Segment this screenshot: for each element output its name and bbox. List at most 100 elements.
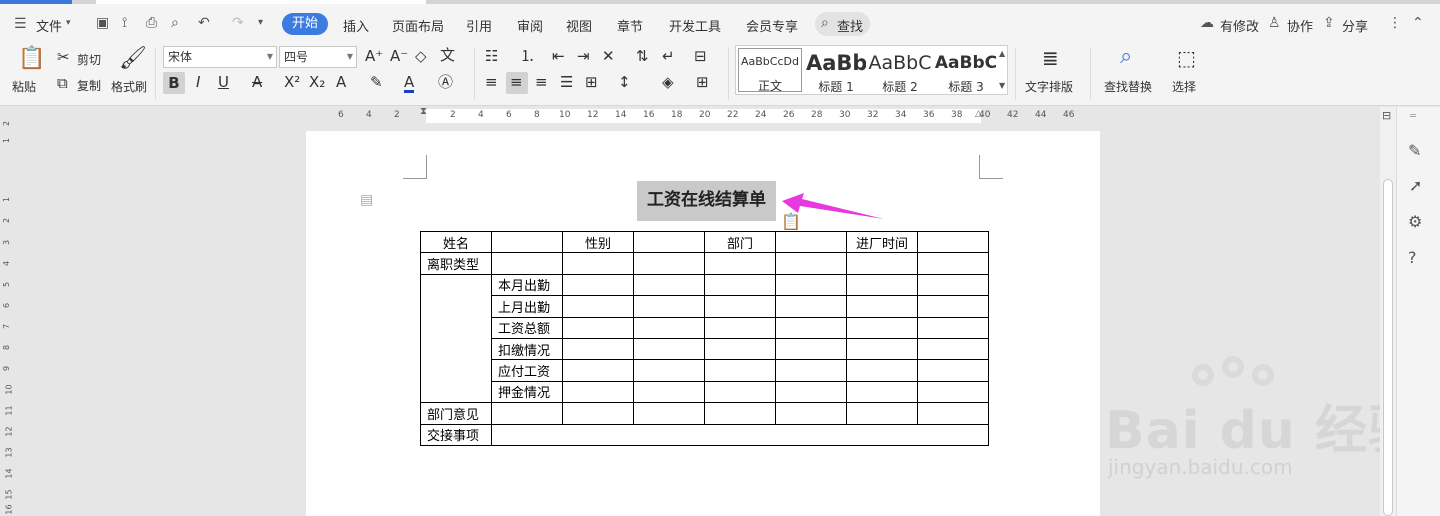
table-cell[interactable] [704,337,776,361]
search-box[interactable]: ⌕ 查找 [815,12,870,36]
align-right-icon[interactable]: ≡ [535,75,548,90]
table-cell[interactable] [633,273,705,297]
table-cell[interactable] [633,316,705,339]
settings-sliders-icon[interactable]: ⚙ [1408,214,1422,230]
collaborate-button[interactable]: 协作 [1287,16,1313,35]
table-icon[interactable]: ⊟ [694,49,707,64]
format-painter-button[interactable]: 格式刷 [111,78,147,95]
table-cell[interactable] [846,273,918,297]
pointer-icon[interactable]: ➚ [1409,178,1422,194]
font-color-icon[interactable]: A [404,75,415,93]
table-cell[interactable] [917,402,989,425]
tab-view[interactable]: 视图 [566,16,592,35]
table-cell[interactable] [775,295,847,318]
table-cell[interactable] [846,380,918,404]
table-cell[interactable] [846,402,918,425]
table-cell[interactable] [917,337,989,361]
user-icon[interactable]: ♙ [1268,16,1281,30]
table-cell[interactable] [704,273,776,297]
decrease-indent-icon[interactable]: ⇤ [552,49,565,64]
split-view-icon[interactable]: ⊟ [1382,110,1391,121]
table-cell[interactable] [846,295,918,318]
table-cell[interactable] [633,252,705,275]
tab-page-layout[interactable]: 页面布局 [392,16,444,35]
tab-insert[interactable]: 插入 [343,16,369,35]
print-icon[interactable]: ⎙ [146,16,157,30]
increase-font-icon[interactable]: A⁺ [365,49,383,64]
paste-button[interactable]: 粘贴 [12,78,36,95]
table-cell[interactable] [704,359,776,382]
paste-icon[interactable]: 📋 [18,48,45,70]
table-cell[interactable] [917,252,989,275]
gallery-more-icon[interactable]: ▼ [999,82,1005,90]
bold-button[interactable]: B [163,72,185,94]
collapse-ribbon-icon[interactable]: ⌃ [1412,16,1424,30]
menu-file[interactable]: 文件 [36,16,62,35]
chinese-layout-icon[interactable]: ✕ [602,49,615,64]
align-center-button[interactable]: ≡ [506,72,528,94]
table-cell[interactable] [846,337,918,361]
tab-member[interactable]: 会员专享 [746,16,798,35]
table-cell[interactable] [917,295,989,318]
gender-value-cell[interactable] [633,230,705,254]
table-cell[interactable] [704,402,776,425]
handover-value-cell[interactable] [491,423,989,446]
right-indent-marker-icon[interactable]: △ [975,110,982,119]
tab-references[interactable]: 引用 [466,16,492,35]
table-cell[interactable] [917,273,989,297]
undo-icon[interactable]: ↶ [198,16,210,30]
table-cell[interactable] [562,359,634,382]
join-time-value-cell[interactable] [917,230,989,254]
table-cell[interactable] [491,252,563,275]
table-cell[interactable] [917,380,989,404]
char-border-icon[interactable]: Ⓐ [438,75,453,90]
border-icon[interactable]: ⊞ [696,75,709,90]
find-replace-icon[interactable]: ⌕ [1120,46,1132,68]
print-preview-icon[interactable]: ⌕ [171,16,179,30]
distribute-icon[interactable]: ⊞ [585,75,598,90]
font-name-select[interactable]: 宋体 ▼ [163,46,277,68]
style-heading-3[interactable]: AaBbC 标题 3 [934,50,998,95]
table-cell[interactable] [633,402,705,425]
text-effect-icon[interactable]: A [336,75,346,90]
table-cell[interactable] [633,295,705,318]
quick-access-dropdown-icon[interactable]: ▾ [258,18,263,28]
table-cell[interactable] [562,316,634,339]
paragraph-handle-icon[interactable]: ▤ [360,193,373,207]
show-marks-icon[interactable]: ↵ [662,49,675,64]
redo-icon[interactable]: ↷ [232,16,244,30]
table-cell[interactable] [633,359,705,382]
phonetic-guide-icon[interactable]: 文 [440,48,455,63]
table-cell[interactable] [633,337,705,361]
share-icon[interactable]: ⇪ [1323,16,1335,30]
table-cell[interactable] [775,380,847,404]
table-cell[interactable] [704,252,776,275]
table-cell[interactable] [562,295,634,318]
style-heading-1[interactable]: AaBb 标题 1 [806,50,866,95]
tab-home[interactable]: 开始 [282,13,328,35]
table-cell[interactable] [846,359,918,382]
scrollbar-thumb[interactable] [1383,179,1393,516]
text-layout-icon[interactable]: ≣ [1042,48,1059,68]
table-cell[interactable] [846,316,918,339]
table-cell[interactable] [633,380,705,404]
style-heading-2[interactable]: AaBbC 标题 2 [868,50,932,95]
format-painter-icon[interactable]: 🖌 [119,48,147,70]
table-cell[interactable] [775,402,847,425]
clear-format-icon[interactable]: ◇ [415,49,427,64]
table-cell[interactable] [704,380,776,404]
line-spacing-icon[interactable]: ↕ [618,75,631,90]
table-cell[interactable] [775,316,847,339]
tab-chapter[interactable]: 章节 [617,16,643,35]
find-replace-button[interactable]: 查找替换 [1104,78,1152,95]
shading-icon[interactable]: ◈ [662,75,674,90]
export-pdf-icon[interactable]: ⟟ [122,16,127,30]
tab-developer[interactable]: 开发工具 [669,16,721,35]
select-icon[interactable]: ⬚ [1177,48,1196,68]
tab-review[interactable]: 审阅 [517,16,543,35]
cut-button[interactable]: 剪切 [77,51,101,68]
superscript-button[interactable]: X² [284,75,300,90]
copy-button[interactable]: 复制 [77,77,101,94]
bullet-list-icon[interactable]: ☷ [485,49,498,64]
numbered-list-icon[interactable]: ⒈ [520,49,535,64]
